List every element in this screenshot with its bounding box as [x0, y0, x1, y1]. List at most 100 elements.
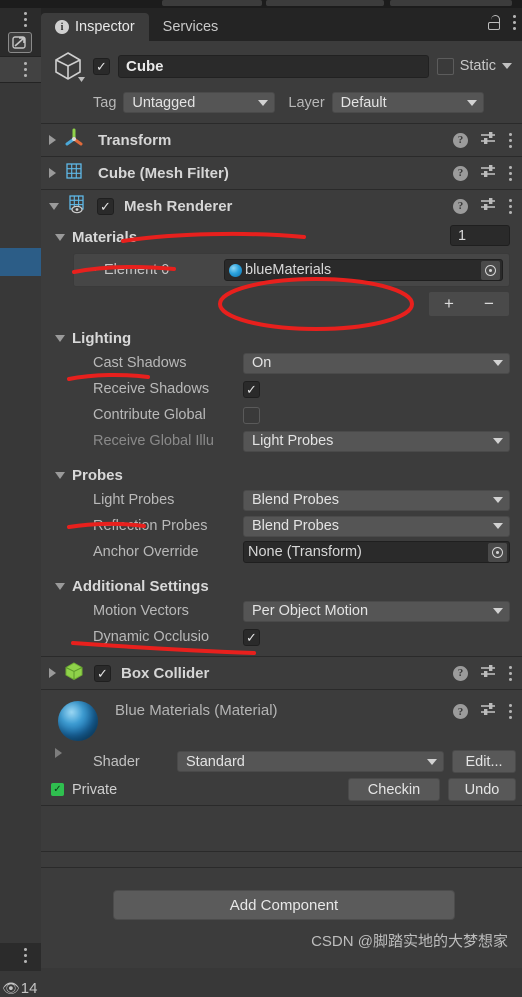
kebab-menu-icon[interactable] [508, 198, 512, 214]
section-title: Probes [72, 467, 123, 484]
undo-button[interactable]: Undo [448, 778, 516, 801]
help-icon[interactable]: ? [453, 198, 468, 214]
component-title: Cube (Mesh Filter) [98, 164, 229, 182]
materials-size-input[interactable]: 1 [450, 225, 510, 246]
component-header[interactable]: ✓ Mesh Renderer ? [41, 190, 522, 222]
light-probes-value: Blend Probes [252, 492, 340, 508]
cast-shadows-dropdown[interactable]: On [243, 352, 510, 374]
foldout-icon[interactable] [49, 668, 56, 678]
receive-shadows-checkbox[interactable]: ✓ [243, 380, 260, 398]
component-actions: ? [453, 197, 516, 216]
preset-icon[interactable] [480, 131, 496, 150]
object-picker-icon[interactable] [488, 542, 507, 562]
receive-gi-dropdown[interactable]: Light Probes [243, 430, 510, 452]
unity-editor-window: 👁 14 i Inspector Services ✓ Cube Static … [0, 0, 522, 997]
tab-services-label: Services [162, 19, 219, 35]
kebab-menu-icon[interactable] [23, 62, 27, 77]
inspector-panel: i Inspector Services ✓ Cube Static Tag U… [41, 8, 522, 997]
light-probes-dropdown[interactable]: Blend Probes [243, 489, 510, 511]
checkin-button[interactable]: Checkin [348, 778, 440, 801]
help-icon[interactable]: ? [453, 165, 468, 181]
lock-icon[interactable] [488, 15, 500, 30]
help-icon[interactable]: ? [453, 132, 468, 148]
component-mesh-filter: Cube (Mesh Filter) ? [41, 157, 522, 190]
dynamic-occlusion-checkbox[interactable]: ✓ [243, 628, 260, 646]
kebab-menu-icon[interactable] [512, 15, 516, 30]
row-contribute-global: Contribute Global [41, 402, 522, 428]
object-picker-icon[interactable] [481, 260, 500, 280]
component-header[interactable]: Transform ? [41, 124, 522, 156]
mesh-grid-icon [63, 160, 85, 187]
foldout-icon[interactable] [55, 472, 65, 479]
kebab-menu-icon[interactable] [508, 165, 512, 181]
preset-icon[interactable] [480, 197, 496, 216]
row-light-probes: Light Probes Blend Probes [41, 487, 522, 513]
chevron-down-icon[interactable] [502, 63, 512, 69]
row-label: Dynamic Occlusio [93, 629, 210, 645]
info-icon: i [55, 20, 69, 34]
private-checkbox[interactable]: ✓ [51, 783, 64, 796]
gameobject-name-value: Cube [126, 57, 164, 75]
kebab-menu-icon[interactable] [508, 132, 512, 148]
layer-value: Default [340, 94, 387, 111]
materials-add-button[interactable]: + [429, 292, 469, 316]
layer-dropdown[interactable]: Default [331, 92, 484, 113]
preset-icon[interactable] [480, 664, 496, 683]
foldout-icon[interactable] [55, 583, 65, 590]
component-title: Box Collider [121, 664, 210, 682]
kebab-menu-icon[interactable] [508, 665, 512, 681]
tag-dropdown[interactable]: Untagged [123, 92, 276, 113]
section-additional-settings: Additional Settings Motion Vectors Per O… [41, 571, 522, 656]
section-header[interactable]: Probes [41, 462, 522, 487]
shader-value: Standard [186, 753, 245, 770]
drag-handle-icon[interactable] [82, 269, 96, 271]
kebab-menu-icon[interactable] [23, 12, 27, 27]
shader-dropdown[interactable]: Standard [177, 751, 444, 772]
section-header[interactable]: Lighting [41, 325, 522, 350]
top-toolbar-sliver [0, 0, 522, 8]
foldout-icon[interactable] [49, 202, 59, 210]
rail-selected-item[interactable] [0, 248, 41, 276]
foldout-icon[interactable] [55, 234, 65, 241]
foldout-icon[interactable] [55, 335, 65, 342]
watermark: CSDN @脚踏实地的大梦想家 [311, 933, 508, 950]
material-element-objectfield[interactable]: blueMaterials [224, 259, 503, 281]
foldout-icon[interactable] [49, 135, 56, 145]
materials-remove-button[interactable]: − [469, 292, 509, 316]
tab-services[interactable]: Services [149, 13, 233, 41]
material-foldout-icon[interactable] [55, 748, 62, 758]
component-actions: ? [453, 164, 516, 183]
reflection-probes-dropdown[interactable]: Blend Probes [243, 515, 510, 537]
component-header[interactable]: ✓ Box Collider ? [41, 657, 522, 689]
materials-list: Element 0 blueMaterials [73, 253, 510, 287]
row-label: Cast Shadows [93, 355, 187, 371]
contribute-global-checkbox[interactable] [243, 406, 260, 424]
foldout-icon[interactable] [49, 168, 56, 178]
expand-icon[interactable] [8, 32, 32, 53]
motion-vectors-dropdown[interactable]: Per Object Motion [243, 600, 510, 622]
section-title: Materials [72, 229, 138, 246]
section-header[interactable]: Additional Settings [41, 573, 522, 598]
kebab-menu-icon[interactable] [23, 948, 27, 963]
cast-shadows-value: On [252, 355, 272, 371]
row-label: Reflection Probes [93, 518, 208, 534]
help-icon[interactable]: ? [453, 704, 468, 719]
section-lighting: Lighting Cast Shadows On Receive Shadows… [41, 323, 522, 460]
box-collider-enabled-checkbox[interactable]: ✓ [94, 664, 111, 682]
gameobject-name-input[interactable]: Cube [118, 54, 429, 78]
edit-shader-button[interactable]: Edit... [452, 750, 516, 773]
anchor-override-objectfield[interactable]: None (Transform) [243, 541, 510, 563]
help-icon[interactable]: ? [453, 665, 468, 681]
preset-icon[interactable] [480, 164, 496, 183]
tag-value: Untagged [132, 94, 196, 111]
tab-inspector[interactable]: i Inspector [41, 13, 149, 41]
add-component-button[interactable]: Add Component [113, 890, 455, 920]
mesh-renderer-enabled-checkbox[interactable]: ✓ [97, 197, 114, 215]
preset-icon[interactable] [480, 702, 496, 721]
rail-bottom-bar [0, 943, 41, 971]
kebab-menu-icon[interactable] [508, 704, 512, 719]
gameobject-enabled-checkbox[interactable]: ✓ [93, 57, 110, 75]
row-reflection-probes: Reflection Probes Blend Probes [41, 513, 522, 539]
component-header[interactable]: Cube (Mesh Filter) ? [41, 157, 522, 189]
static-checkbox[interactable] [436, 57, 454, 75]
